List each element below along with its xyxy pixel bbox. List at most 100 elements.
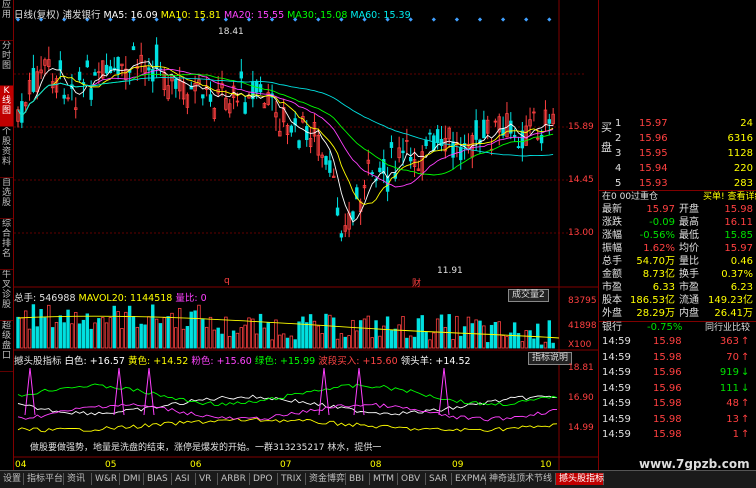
tab-stock-info[interactable]: 个股资料 (0, 127, 13, 178)
volume-bar (270, 339, 274, 349)
indicator-tab[interactable]: 设置 (0, 473, 24, 485)
indicator-tab[interactable]: OBV (398, 473, 426, 485)
quote-row: 总手 54.70万 量比 0.46 (599, 256, 756, 268)
watermark: www.7gpzb.com (639, 457, 750, 471)
up-arrow-icon: ↑ (741, 336, 750, 347)
indicator-tab[interactable]: TRIX (278, 473, 306, 485)
volume-bar (347, 335, 351, 349)
volume-bar (154, 318, 159, 349)
quote-row: 涨幅 -0.56% 最低 15.85 (599, 230, 756, 242)
volume-bar (320, 333, 324, 349)
indicator-tab[interactable]: BIAS (144, 473, 172, 485)
quote-label: 量比 (679, 256, 699, 267)
indicator-tab[interactable]: W&R (92, 473, 120, 485)
tab-kline[interactable]: K线图 (0, 86, 13, 127)
order-detail-link[interactable]: 买单! 查看详细 (703, 191, 756, 203)
volume-bar (412, 336, 417, 349)
indicator-item: 绿色: +15.99 (254, 356, 316, 367)
candle-body (516, 146, 521, 148)
buy-level-index: 5 (615, 178, 622, 189)
volume-bar (16, 316, 20, 349)
tab-diagnosis[interactable]: 牛叉诊股 (0, 270, 13, 321)
quote-value: 15.97 (646, 204, 675, 215)
volume-bar (401, 316, 405, 349)
volume-bar (251, 318, 255, 349)
indicator-tab[interactable]: VR (196, 473, 218, 485)
volume-bar (374, 320, 378, 349)
buy-price[interactable]: 15.94 (639, 163, 668, 175)
indicator-tab[interactable]: 神奇逃顶术节线 (486, 473, 556, 485)
quote-value: 15.97 (724, 243, 753, 254)
indicator-tab[interactable]: ARBR (218, 473, 250, 485)
buy-level: 2 15.96 6316 (599, 133, 756, 145)
candle-body (408, 156, 413, 162)
candle-body (289, 125, 294, 133)
indicator-yellow-line (17, 417, 558, 433)
volume-type-button[interactable]: 成交量2 (508, 289, 549, 302)
volume-bar (428, 339, 432, 349)
indicator-tab[interactable]: SAR (426, 473, 452, 485)
volume-bar (343, 336, 347, 349)
volume-bar (43, 317, 47, 349)
volume-bar (116, 311, 120, 349)
indicator-name: 撼头股指标 (14, 356, 62, 367)
volume-total: 总手: 546988 (14, 293, 76, 304)
tab-watchlist[interactable]: 自选股 (0, 178, 13, 219)
tab-apps[interactable]: 应用 (0, 0, 13, 41)
signal-spike (113, 367, 125, 416)
left-toolbar: 应用 分时图 K线图 个股资料 自选股 综合排名 牛叉诊股 超级盘口 (0, 0, 14, 470)
tab-intraday[interactable]: 分时图 (0, 41, 13, 86)
buy-volume: 24 (740, 118, 753, 129)
tick-time: 14:59 (602, 398, 631, 409)
indicator-axis-label: 16.90 (568, 393, 594, 403)
quote-label: 最新 (602, 204, 622, 215)
volume-bar (462, 326, 467, 349)
volume-bar (143, 324, 147, 349)
sector-compare-button[interactable]: 同行业比较 (705, 322, 750, 334)
buy-price[interactable]: 15.97 (639, 118, 668, 130)
buy-price[interactable]: 15.93 (639, 178, 668, 190)
marker-q: q (224, 276, 230, 286)
quote-row: 股本 186.53亿 流通 149.23亿 (599, 295, 756, 307)
buy-price[interactable]: 15.95 (639, 148, 668, 160)
tab-super-quote[interactable]: 超级盘口 (0, 321, 13, 372)
buy-volume: 283 (733, 178, 753, 189)
indicator-tab[interactable]: MTM (370, 473, 398, 485)
chart-area (14, 0, 598, 470)
volume-bar (351, 319, 355, 349)
indicator-tab[interactable]: 撼头股指标 (556, 473, 604, 485)
tab-ranking[interactable]: 综合排名 (0, 219, 13, 270)
volume-bar (89, 328, 93, 349)
indicator-tab[interactable]: EXPMA (452, 473, 486, 485)
indicator-tab[interactable]: BBI (346, 473, 370, 485)
indicator-tab[interactable]: DPO (250, 473, 278, 485)
indicator-tab[interactable]: 资讯 (64, 473, 92, 485)
volume-bar (74, 312, 78, 349)
volume-bar (216, 327, 220, 349)
buy-price[interactable]: 15.96 (639, 133, 668, 145)
volume-axis-label: 41898 (568, 321, 597, 331)
volume-bar (466, 316, 471, 349)
indicator-tab[interactable]: DMI (120, 473, 144, 485)
volume-bar (208, 316, 213, 349)
candle-body (239, 71, 243, 79)
candle-body (174, 78, 178, 89)
quote-row: 金额 8.73亿 换手 0.37% (599, 269, 756, 281)
signal-spike (143, 367, 155, 416)
volume-bar (328, 314, 332, 349)
indicator-help-button[interactable]: 指标说明 (528, 352, 573, 365)
indicator-tab[interactable]: 指标平台 (24, 473, 64, 485)
volume-bar (201, 318, 205, 349)
price-axis-label: 14.45 (568, 175, 594, 185)
volume-bar (301, 316, 305, 349)
quote-value: 6.23 (730, 282, 753, 293)
indicator-tab[interactable]: 资金博弈 (306, 473, 346, 485)
volume-bar (77, 323, 82, 349)
candle-body (512, 135, 517, 137)
volume-bar (470, 323, 474, 349)
volume-bar (139, 323, 143, 349)
signal-marker (547, 17, 552, 22)
quote-value: -0.56% (639, 230, 675, 241)
volume-bar (335, 338, 340, 349)
indicator-tab[interactable]: ASI (172, 473, 196, 485)
